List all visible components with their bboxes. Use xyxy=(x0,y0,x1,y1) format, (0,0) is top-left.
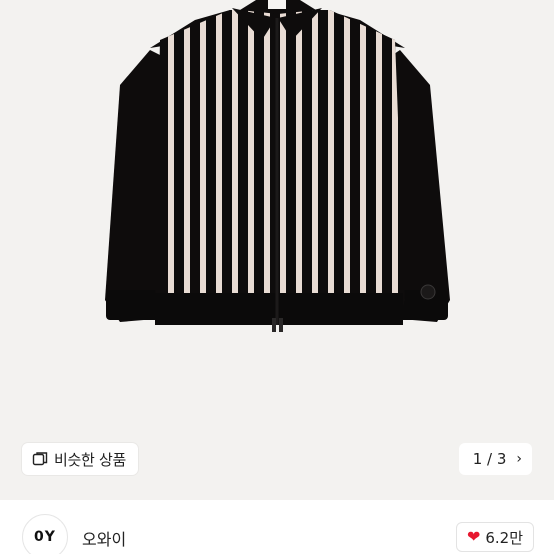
stripe xyxy=(280,10,286,300)
product-image-gallery[interactable]: 비슷한 상품 1 / 3 › xyxy=(0,0,554,500)
shop-avatar[interactable]: 0Y xyxy=(22,514,68,554)
product-image xyxy=(105,0,450,332)
stripe xyxy=(344,10,350,300)
stripe xyxy=(168,10,174,300)
like-count: 6.2만 xyxy=(485,528,523,547)
stripe xyxy=(248,10,254,300)
stripe xyxy=(184,10,190,300)
stripe xyxy=(296,10,302,300)
shop-logo-text: 0Y xyxy=(34,529,56,545)
stripe xyxy=(232,10,238,300)
similar-products-label: 비슷한 상품 xyxy=(54,450,126,469)
stripe-pattern xyxy=(168,10,398,300)
like-button[interactable]: ❤ 6.2만 xyxy=(455,522,534,552)
similar-products-button[interactable]: 비슷한 상품 xyxy=(22,443,138,475)
stripe xyxy=(312,10,318,300)
image-pager[interactable]: 1 / 3 › xyxy=(458,443,532,475)
chevron-right-icon: › xyxy=(516,451,522,467)
stripe xyxy=(376,10,382,300)
pager-count: 1 / 3 xyxy=(472,450,507,468)
stripe xyxy=(200,10,206,300)
shop-name[interactable]: 오와이 xyxy=(82,526,126,550)
shop-bar: 0Y 오와이 ❤ 6.2만 xyxy=(0,500,554,554)
stripe xyxy=(328,10,334,300)
heart-icon: ❤ xyxy=(466,527,481,546)
stripe xyxy=(264,10,270,300)
stripe xyxy=(216,10,222,300)
similar-items-icon xyxy=(32,451,48,467)
stripe xyxy=(360,10,366,300)
